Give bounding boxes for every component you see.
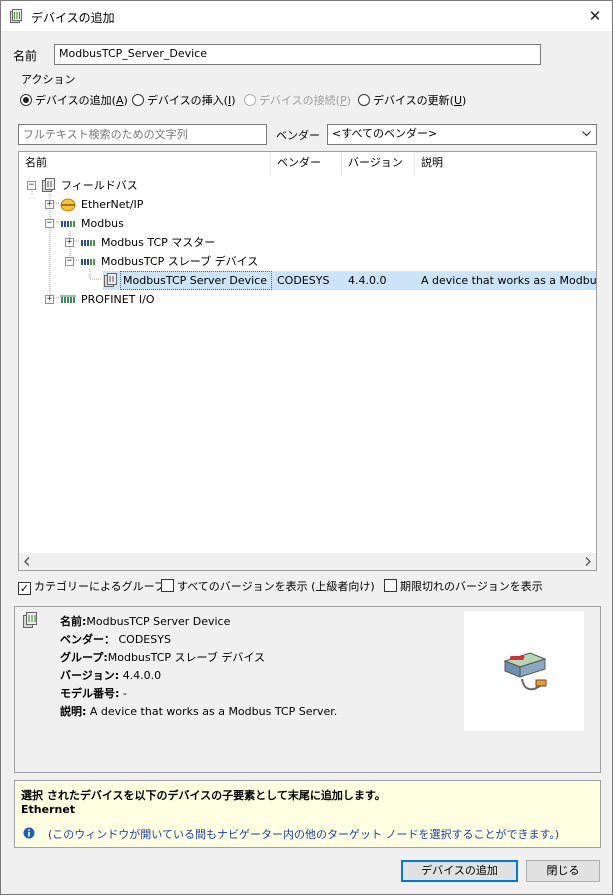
tree-row-modbus[interactable]: − Modbus [19, 214, 596, 233]
expand-icon[interactable]: + [65, 238, 74, 247]
column-header-description[interactable]: 説明 [415, 152, 596, 175]
tree-row-modbus-tcp-server-device[interactable]: ModbusTCP Server Device CODESYS 4.4.0.0 … [103, 271, 596, 290]
tree-item-label: ModbusTCP スレーブ デバイス [101, 255, 259, 268]
cell-vendor: CODESYS [277, 274, 330, 287]
checkbox-unchecked-icon [161, 579, 174, 592]
info-vendor: ベンダー： CODESYS [60, 633, 171, 646]
fulltext-search-input[interactable] [18, 124, 267, 145]
device-icon [10, 9, 22, 23]
column-header-name[interactable]: 名前 [19, 152, 271, 175]
modbus-icon [80, 239, 96, 247]
tree-row-fieldbus[interactable]: − フィールドバス [19, 176, 596, 195]
expand-icon[interactable]: + [45, 200, 54, 209]
tree-item-label: Modbus TCP マスター [101, 236, 216, 249]
collapse-icon[interactable]: − [65, 257, 74, 266]
profinet-icon [60, 295, 76, 303]
device-name-input[interactable]: ModbusTCP_Server_Device [54, 44, 541, 65]
tree-item-label: Modbus [81, 217, 124, 230]
info-model-number: モデル番号: - [60, 687, 127, 700]
notice-target: Ethernet [21, 803, 76, 816]
radio-insert-device[interactable]: デバイスの挿入(I) [132, 92, 236, 108]
tree-row-profinet[interactable]: + PROFINET I/O [19, 290, 596, 309]
cell-version: 4.4.0.0 [348, 274, 387, 287]
vendor-select[interactable]: <すべてのベンダー> [327, 124, 597, 145]
radio-update-device[interactable]: デバイスの更新(U) [358, 92, 466, 108]
column-header-version[interactable]: バージョン [342, 152, 415, 175]
name-label: 名前 [13, 49, 38, 63]
cell-description: A device that works as a Modbus TCP Serv… [421, 274, 596, 287]
tree-item-label: EtherNet/IP [81, 198, 144, 211]
radio-indicator [20, 94, 32, 106]
radio-add-device[interactable]: デバイスの追加(A) [20, 92, 128, 108]
radio-plug-device: デバイスの接続(P) [244, 92, 351, 108]
fieldbus-icon [42, 178, 55, 192]
device-icon [23, 612, 37, 628]
group-by-category-checkbox[interactable]: ✓ カテゴリーによるグループ [18, 578, 165, 595]
column-header-vendor[interactable]: ベンダー [271, 152, 342, 175]
info-description: 説明: A device that works as a Modbus TCP … [60, 705, 338, 718]
modbus-icon [60, 220, 76, 228]
close-icon[interactable]: ✕ [584, 5, 606, 27]
tree-item-label: フィールドバス [61, 179, 138, 192]
device-image [464, 611, 584, 731]
info-name: 名前:ModbusTCP Server Device [60, 615, 231, 628]
radio-indicator [358, 94, 370, 106]
add-device-button[interactable]: デバイスの追加 [401, 860, 518, 882]
info-version: バージョン: 4.4.0.0 [60, 669, 162, 682]
title-bar[interactable]: デバイスの追加 ✕ [1, 1, 612, 31]
radio-indicator [132, 94, 144, 106]
tree-item-label: PROFINET I/O [81, 293, 155, 306]
checkbox-unchecked-icon [384, 579, 397, 592]
close-button[interactable]: 閉じる [526, 860, 600, 882]
collapse-icon[interactable]: − [45, 219, 54, 228]
notice-hint: (このウィンドウが開いている間もナビゲーター内の他のターゲット ノードを選択する… [48, 828, 560, 841]
modbus-icon [80, 258, 96, 266]
radio-indicator [244, 94, 256, 106]
tree-row-ethernet-ip[interactable]: + EtherNet/IP [19, 195, 596, 214]
notice-heading: 選択 されたデバイスを以下のデバイスの子要素として末尾に追加します。 [21, 789, 386, 802]
device-info-panel: 名前:ModbusTCP Server Device ベンダー： CODESYS… [14, 606, 601, 773]
device-tree-grid[interactable]: 名前 ベンダー バージョン 説明 − フィールドバス + EtherNet/IP… [18, 151, 597, 571]
collapse-icon[interactable]: − [27, 181, 36, 190]
ethernet-ip-icon [60, 198, 76, 212]
add-device-dialog: デバイスの追加 ✕ 名前 ModbusTCP_Server_Device アクシ… [0, 0, 613, 895]
info-group: グループ:ModbusTCP スレーブ デバイス [60, 651, 266, 664]
vendor-selected-value: <すべてのベンダー> [332, 127, 438, 140]
info-icon [23, 827, 35, 839]
insert-target-notice: 選択 されたデバイスを以下のデバイスの子要素として末尾に追加します。 Ether… [14, 780, 601, 848]
window-title: デバイスの追加 [31, 11, 115, 25]
expand-icon[interactable]: + [45, 295, 54, 304]
checkbox-checked-icon: ✓ [18, 582, 31, 595]
scroll-left-icon[interactable] [24, 557, 30, 566]
action-group-label: アクション [21, 73, 76, 86]
tree-row-modbus-tcp-slave[interactable]: − ModbusTCP スレーブ デバイス [19, 252, 596, 271]
tree-row-modbus-tcp-master[interactable]: + Modbus TCP マスター [19, 233, 596, 252]
horizontal-scrollbar[interactable] [19, 553, 596, 570]
show-all-versions-checkbox[interactable]: すべてのバージョンを表示 (上級者向け) [161, 578, 375, 594]
device-icon [104, 273, 117, 287]
tree-item-label: ModbusTCP Server Device [120, 271, 272, 290]
network-device-icon [503, 652, 547, 691]
vendor-label: ベンダー [276, 129, 320, 142]
chevron-down-icon [582, 131, 591, 137]
scroll-right-icon[interactable] [585, 557, 591, 566]
show-outdated-versions-checkbox[interactable]: 期限切れのバージョンを表示 [384, 578, 543, 594]
